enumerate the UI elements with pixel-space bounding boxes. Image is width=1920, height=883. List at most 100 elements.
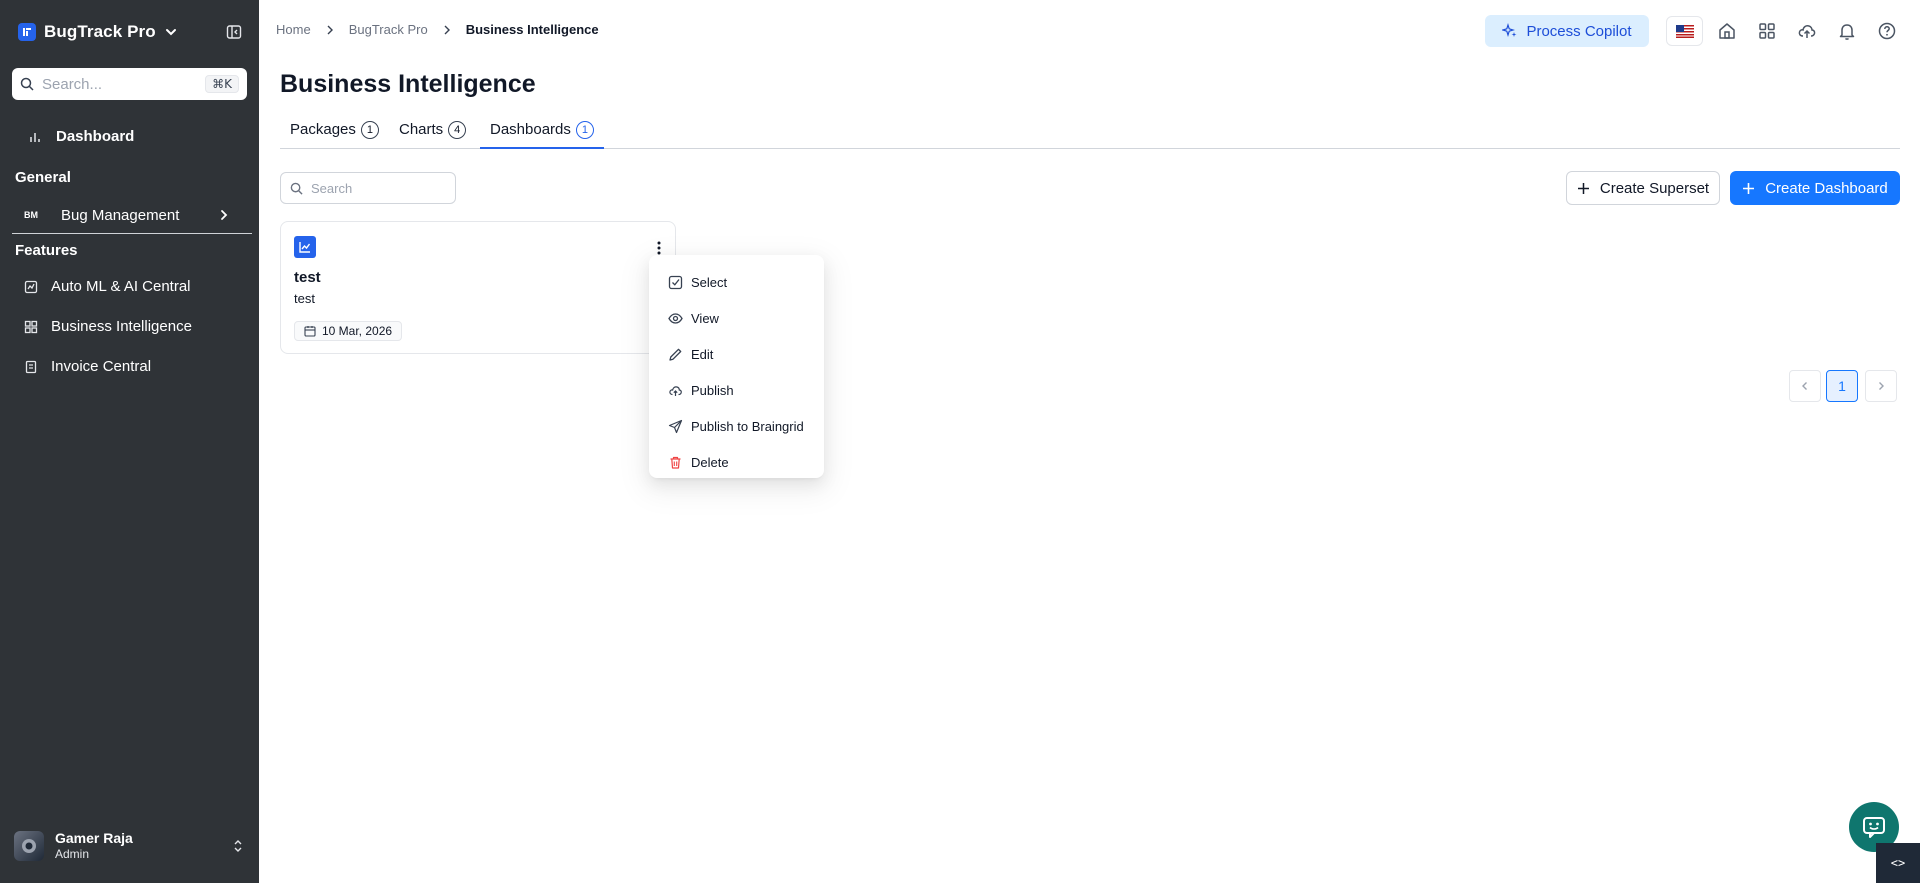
- copilot-label: Process Copilot: [1526, 22, 1632, 40]
- menu-item-publish-braingrid[interactable]: Publish to Braingrid: [649, 408, 824, 444]
- trash-icon: [670, 456, 681, 469]
- card-title: test: [294, 269, 321, 286]
- menu-item-edit[interactable]: Edit: [649, 336, 824, 372]
- create-superset-label: Create Superset: [1599, 179, 1710, 197]
- pencil-icon: [669, 348, 682, 361]
- home-icon[interactable]: [1717, 21, 1737, 41]
- brand-switcher[interactable]: BugTrack Pro: [18, 22, 178, 42]
- plus-icon: [1577, 182, 1589, 194]
- user-name: Gamer Raja: [55, 830, 133, 846]
- tab-count: 1: [360, 121, 379, 139]
- sidebar-item-invoice-central[interactable]: Invoice Central: [24, 358, 151, 375]
- sidebar-search-input[interactable]: [42, 75, 192, 93]
- menu-item-label: Delete: [691, 454, 729, 470]
- brand-logo-icon: [18, 23, 36, 41]
- card-context-menu: Select View Edit Publish Publish to Brai…: [649, 255, 824, 478]
- pagination-prev[interactable]: [1789, 370, 1821, 402]
- menu-item-label: View: [691, 310, 719, 326]
- card-date: 10 Mar, 2026: [322, 324, 393, 338]
- flag-us-icon: [1675, 24, 1694, 38]
- pagination-next[interactable]: [1865, 370, 1897, 402]
- section-general: General: [15, 169, 71, 186]
- chevron-right-icon: [1879, 382, 1884, 390]
- brand-name: BugTrack Pro: [44, 22, 156, 41]
- plus-icon: [1743, 182, 1755, 194]
- tab-charts[interactable]: Charts 4: [389, 118, 476, 149]
- line-chart-icon: [294, 236, 316, 258]
- breadcrumb-home[interactable]: Home: [276, 22, 311, 37]
- page-title: Business Intelligence: [280, 70, 536, 98]
- bar-chart-icon: [30, 132, 40, 142]
- search-icon: [20, 77, 34, 91]
- sidebar-item-dashboard[interactable]: Dashboard: [28, 128, 248, 145]
- create-dashboard-label: Create Dashboard: [1765, 179, 1888, 197]
- sidebar-search[interactable]: ⌘K: [12, 68, 247, 100]
- chevron-left-icon: [1802, 382, 1807, 390]
- automl-icon: [24, 280, 38, 293]
- apps-grid-icon[interactable]: [1757, 21, 1777, 41]
- menu-item-label: Select: [691, 274, 728, 290]
- sidebar: BugTrack Pro ⌘K Dashboard General BM Bug…: [0, 0, 259, 883]
- search-icon: [290, 182, 303, 195]
- checkbox-icon: [668, 275, 683, 289]
- bell-icon[interactable]: [1837, 21, 1857, 41]
- process-copilot-button[interactable]: Process Copilot: [1485, 15, 1649, 47]
- dashboard-search-input[interactable]: [311, 180, 441, 196]
- search-shortcut: ⌘K: [205, 75, 239, 93]
- sparkle-icon: [1502, 23, 1517, 37]
- sidebar-divider: [12, 233, 252, 234]
- tab-dashboards[interactable]: Dashboards 1: [480, 118, 604, 149]
- bi-grid-icon: [24, 320, 38, 333]
- invoice-icon: [25, 360, 37, 373]
- language-selector[interactable]: [1666, 16, 1703, 46]
- chat-bot-icon: [1863, 817, 1885, 838]
- chevron-right-icon: [327, 25, 333, 34]
- dev-toggle-button[interactable]: <>: [1876, 843, 1920, 883]
- card-subtitle: test: [294, 291, 315, 306]
- menu-item-label: Publish to Braingrid: [691, 418, 804, 434]
- chevron-down-icon: [165, 29, 176, 36]
- dashboard-card[interactable]: test test 10 Mar, 2026: [280, 221, 676, 354]
- tab-label: Charts: [399, 121, 444, 138]
- tab-packages[interactable]: Packages 1: [280, 118, 389, 149]
- sidebar-item-label: Business Intelligence: [51, 318, 192, 335]
- sidebar-item-bug-management[interactable]: BM Bug Management: [12, 203, 252, 227]
- menu-item-label: Edit: [691, 346, 714, 362]
- chevron-right-icon: [444, 25, 450, 34]
- sidebar-item-label: Auto ML & AI Central: [51, 278, 191, 295]
- calendar-icon: [304, 326, 316, 337]
- tab-bar: Packages 1 Charts 4 Dashboards 1: [280, 118, 1900, 149]
- breadcrumb-current: Business Intelligence: [465, 22, 599, 37]
- sidebar-item-label: Bug Management: [61, 206, 180, 224]
- cloud-upload-icon: [669, 385, 682, 396]
- create-superset-button[interactable]: Create Superset: [1566, 171, 1720, 205]
- menu-item-delete[interactable]: Delete: [649, 444, 824, 480]
- card-date-badge: 10 Mar, 2026: [294, 321, 403, 341]
- tab-count: 4: [448, 121, 467, 139]
- user-menu[interactable]: Gamer Raja Admin: [14, 830, 244, 861]
- sidebar-item-label: Invoice Central: [51, 358, 152, 375]
- menu-item-view[interactable]: View: [649, 300, 824, 336]
- menu-item-label: Publish: [691, 382, 734, 398]
- sidebar-item-business-intelligence[interactable]: Business Intelligence: [24, 318, 192, 335]
- eye-icon: [668, 312, 683, 324]
- collapse-sidebar-icon[interactable]: [226, 24, 244, 42]
- breadcrumb-bugtrack[interactable]: BugTrack Pro: [349, 22, 428, 37]
- tab-count: 1: [575, 121, 594, 139]
- menu-item-publish[interactable]: Publish: [649, 372, 824, 408]
- create-dashboard-button[interactable]: Create Dashboard: [1730, 171, 1900, 205]
- section-features: Features: [15, 242, 78, 259]
- dashboard-search[interactable]: [280, 172, 456, 204]
- breadcrumb: Home BugTrack Pro Business Intelligence: [276, 22, 599, 37]
- tab-label: Dashboards: [490, 121, 571, 138]
- pagination-page[interactable]: 1: [1826, 370, 1858, 402]
- bm-badge: BM: [24, 210, 38, 220]
- menu-item-select[interactable]: Select: [649, 264, 824, 300]
- cloud-upload-icon[interactable]: [1797, 21, 1817, 41]
- send-icon: [668, 419, 683, 433]
- avatar: [14, 830, 44, 861]
- tab-label: Packages: [290, 121, 356, 138]
- sidebar-item-automl[interactable]: Auto ML & AI Central: [24, 278, 191, 295]
- help-icon[interactable]: [1877, 21, 1897, 41]
- chevron-right-icon: [221, 210, 228, 220]
